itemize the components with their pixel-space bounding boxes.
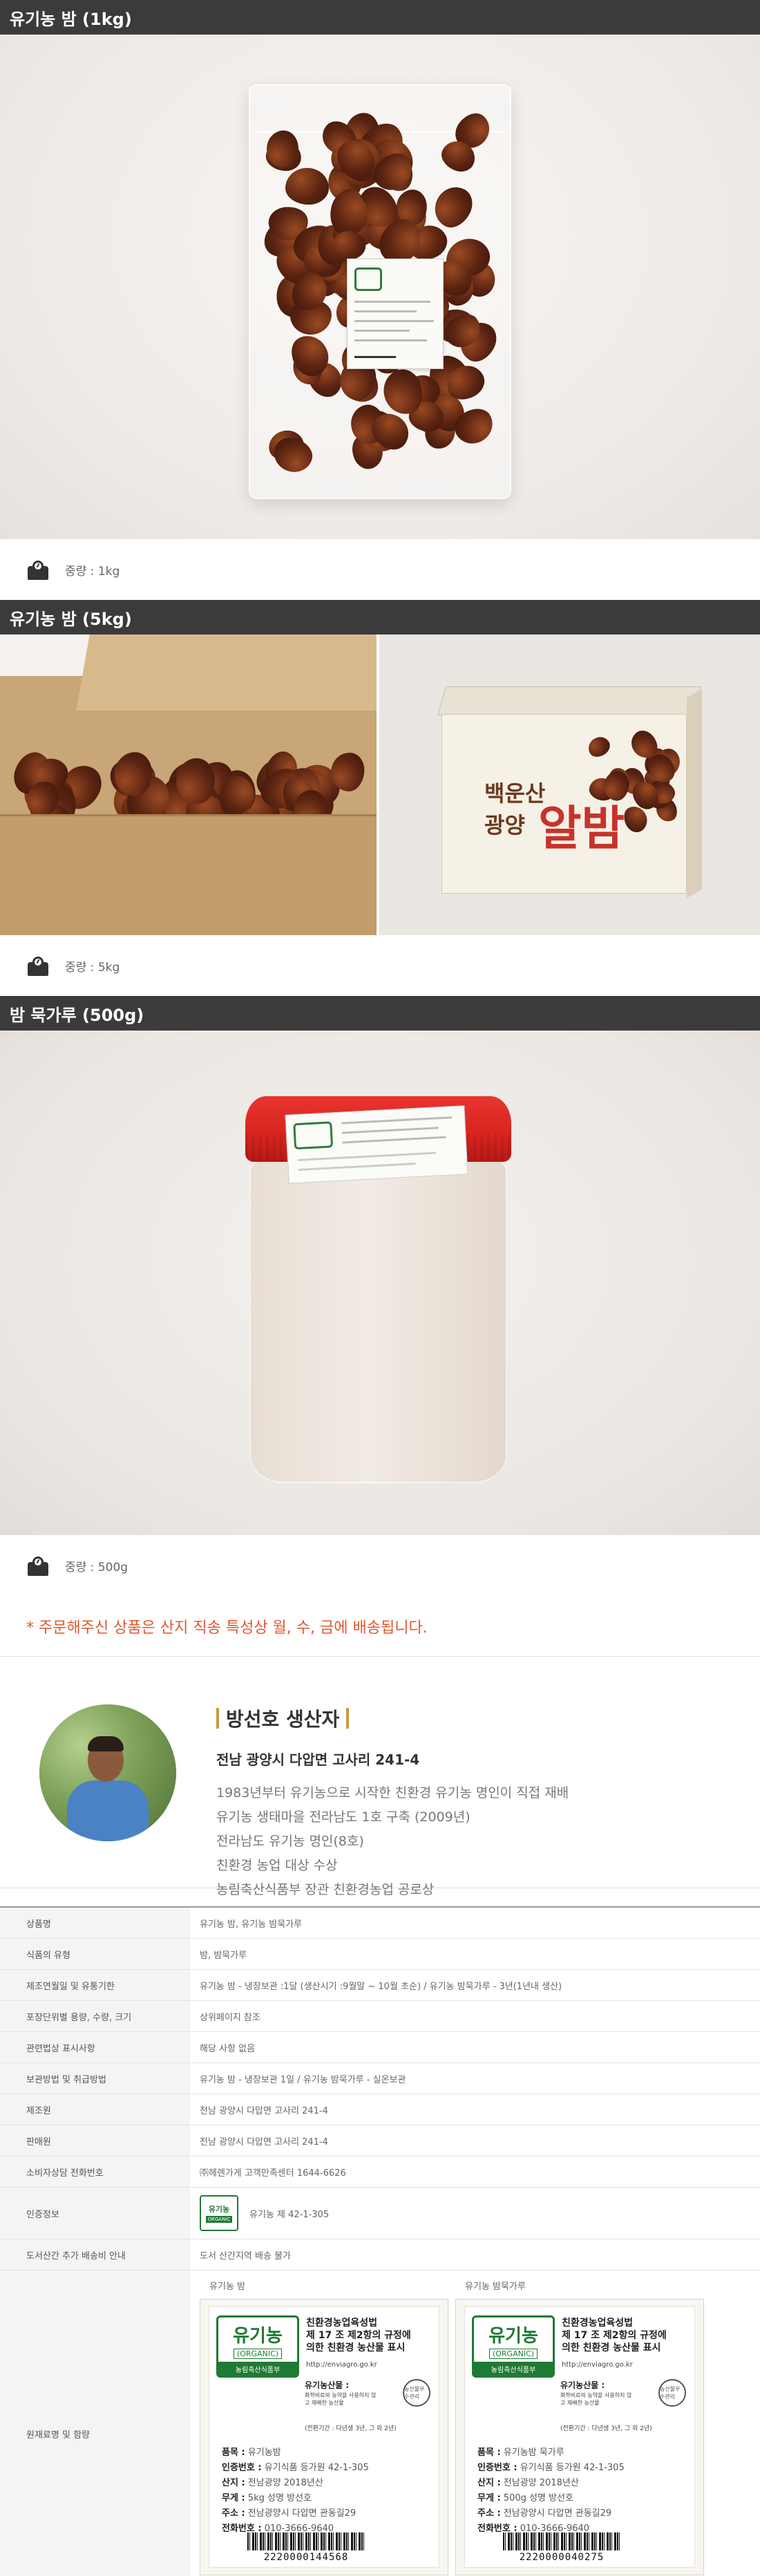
cert-seal-icon: 농산물우수관리 bbox=[658, 2379, 686, 2407]
product-info-table: 상품명 유기농 밤, 유기농 밤묵가루 식품의 유형 밤, 밤묵가루 제조연월일… bbox=[0, 1906, 760, 2576]
scale-icon bbox=[26, 1555, 50, 1576]
label-period-note: (전환기간 : 다년생 3년, 그 외 2년) bbox=[560, 2425, 652, 2432]
section-header-chestnut-5kg: 유기농 밤 (5kg) bbox=[0, 600, 760, 634]
cert-seal-icon: 농산물우수관리 bbox=[403, 2379, 430, 2407]
producer-address: 전남 광양시 다압면 고사리 241-4 bbox=[216, 1751, 420, 1768]
jar-body bbox=[249, 1158, 507, 1483]
history-line: 유기농 생태마을 전라남도 1호 구축 (2009년) bbox=[216, 1809, 471, 1825]
table-row: 보관방법 및 취급방법 유기농 밤 - 냉장보관 1일 / 유기농 밤묵가루 -… bbox=[0, 2063, 760, 2094]
organic-logo-icon: 유기농 (ORGANIC) 농림축산식품부 bbox=[216, 2315, 299, 2378]
delivery-notice: * 주문해주신 상품은 산지 직송 특성상 월, 수, 금에 배송됩니다. bbox=[0, 1596, 760, 1657]
label-fields: 품목 : 유기농밤 묵가루인증번호 : 유기식품 등가원 42-1-305 산지 … bbox=[477, 2445, 625, 2537]
chestnut-box-photos: 백운산 광양 알밤 bbox=[0, 634, 760, 935]
label-column: 유기농 밤유기농 (ORGANIC) 농림축산식품부 친환경농업육성법 제 17 조 제… bbox=[200, 2279, 448, 2575]
label-field: 품목 : 유기농밤 bbox=[222, 2447, 281, 2458]
section-header-chestnut-powder: 밤 묵가루 (500g) bbox=[0, 996, 760, 1031]
chestnut-bag bbox=[249, 84, 511, 499]
table-row: 제조연월일 및 유통기한 유기농 밤 - 냉장보관 :1달 (생산시기 :9월말… bbox=[0, 1970, 760, 2001]
weight-caption: 중량 : 5kg bbox=[0, 935, 760, 996]
table-row: 상품명 유기농 밤, 유기농 밤묵가루 bbox=[0, 1908, 760, 1939]
label-law-text: 친환경농업육성법 제 17 조 제2항의 규정에 의한 친환경 농산물 표시 bbox=[306, 2318, 411, 2353]
weight-text: 중량 : 1kg bbox=[65, 564, 120, 579]
label-column: 유기농 밤묵가루유기농 (ORGANIC) 농림축산식품부 친환경농업육성법 제 17 … bbox=[455, 2279, 704, 2575]
producer-history: 1983년부터 유기농으로 시작한 친환경 유기농 명인이 직접 재배 유기농 … bbox=[216, 1781, 728, 1902]
gift-box-brand: 백운산 광양 bbox=[484, 780, 546, 838]
label-period-note: (전환기간 : 다년생 3년, 그 외 2년) bbox=[305, 2425, 397, 2432]
table-row: 관련법상 표시사항 해당 사항 없음 bbox=[0, 2032, 760, 2063]
table-row: 포장단위별 용량, 수량, 크기 상위페이지 참조 bbox=[0, 2001, 760, 2032]
powder-jar-photo bbox=[0, 1031, 760, 1535]
jar-label bbox=[285, 1105, 468, 1184]
organic-logo-icon bbox=[293, 1121, 334, 1150]
producer-profile: 방선호 생산자 전남 광양시 다압면 고사리 241-4 1983년부터 유기농… bbox=[0, 1657, 760, 1897]
table-row: 제조원 전남 광양시 다압면 고사리 241-4 bbox=[0, 2094, 760, 2125]
chestnut bbox=[285, 167, 329, 205]
producer-name: 방선호 생산자 bbox=[216, 1704, 728, 1732]
open-box-photo bbox=[0, 634, 377, 935]
section-title: 유기농 밤 (1kg) bbox=[10, 9, 132, 29]
history-line: 1983년부터 유기농으로 시작한 친환경 유기농 명인이 직접 재배 bbox=[216, 1785, 569, 1801]
weight-caption: 중량 : 500g bbox=[0, 1535, 760, 1596]
label-field: 주소 : 전남광양시 다압면 관동길29 bbox=[477, 2508, 612, 2519]
barcode-number: 2220000144568 bbox=[263, 2552, 349, 2563]
label-field: 산지 : 전남광양 2018년산 bbox=[222, 2478, 323, 2488]
organic-label: 유기농 (ORGANIC) 농림축산식품부 친환경농업육성법 제 17 조 제2항의 규… bbox=[200, 2299, 448, 2575]
barcode-number: 2220000040275 bbox=[519, 2552, 605, 2563]
table-row: 소비자상담 전화번호 ㈜헤렌가게 고객만족센터 1644-6626 bbox=[0, 2156, 760, 2188]
weight-caption: 중량 : 1kg bbox=[0, 539, 760, 600]
history-line: 친환경 농업 대상 수상 bbox=[216, 1858, 338, 1873]
label-product-type: 유기농산물 : bbox=[305, 2380, 350, 2390]
label-product-type: 유기농산물 : bbox=[560, 2380, 605, 2390]
product-detail-page: 유기농 밤 (1kg) 중량 : 1kg 유기농 밤 (5kg) 백운산 광양 … bbox=[0, 0, 760, 2576]
section-title: 유기농 밤 (5kg) bbox=[10, 609, 132, 629]
label-product-note: 화학비료와 농약을 사용하지 않고 재배한 농산물 bbox=[560, 2392, 632, 2406]
label-field: 무게 : 5kg 성명 방선호 bbox=[222, 2493, 312, 2503]
label-field: 품목 : 유기농밤 묵가루 bbox=[477, 2447, 564, 2458]
label-field: 무게 : 500g 성명 방선호 bbox=[477, 2493, 573, 2503]
scale-icon bbox=[26, 559, 50, 580]
label-fields: 품목 : 유기농밤인증번호 : 유기식품 등가원 42-1-305 산지 : 전남… bbox=[222, 2445, 369, 2537]
history-line: 전라남도 유기농 명인(8호) bbox=[216, 1834, 364, 1849]
organic-label: 유기농 (ORGANIC) 농림축산식품부 친환경농업육성법 제 17 조 제2항의 규… bbox=[455, 2299, 704, 2575]
weight-text: 중량 : 5kg bbox=[65, 960, 120, 975]
history-line: 농림축산식품부 장관 친환경농업 공로상 bbox=[216, 1882, 435, 1897]
table-row: 판매원 전남 광양시 다압면 고사리 241-4 bbox=[0, 2125, 760, 2156]
gift-box-photo: 백운산 광양 알밤 bbox=[379, 634, 760, 935]
table-row: 원재료명 및 함량 유기농 밤 유기농 (ORGANIC) 농림축산식품부 친환경농업육… bbox=[0, 2271, 760, 2576]
barcode-icon bbox=[503, 2532, 620, 2550]
gift-box: 백운산 광양 알밤 bbox=[437, 686, 702, 899]
label-law-text: 친환경농업육성법 제 17 조 제2항의 규정에 의한 친환경 농산물 표시 bbox=[562, 2318, 667, 2353]
powder-jar bbox=[245, 1096, 511, 1490]
label-product-name: 유기농 밤묵가루 bbox=[465, 2282, 526, 2292]
section-title: 밤 묵가루 (500g) bbox=[10, 1005, 144, 1025]
scale-icon bbox=[26, 955, 50, 976]
chestnut-bag-photo bbox=[0, 35, 760, 539]
label-product-note: 화학비료와 농약을 사용하지 않고 재배한 농산물 bbox=[305, 2392, 377, 2406]
table-row: 인증정보 유기농 ORGANIC 유기농 제 42-1-305 bbox=[0, 2188, 760, 2239]
table-row: 식품의 유형 밤, 밤묵가루 bbox=[0, 1939, 760, 1970]
weight-text: 중량 : 500g bbox=[65, 1560, 129, 1574]
organic-cert-mark-icon: 유기농 ORGANIC bbox=[200, 2195, 238, 2231]
label-field: 산지 : 전남광양 2018년산 bbox=[477, 2478, 579, 2488]
bag-label bbox=[347, 258, 444, 369]
label-product-name: 유기농 밤 bbox=[209, 2282, 245, 2292]
organic-logo-icon: 유기농 (ORGANIC) 농림축산식품부 bbox=[472, 2315, 555, 2378]
label-field: 인증번호 : 유기식품 등가원 42-1-305 bbox=[222, 2463, 369, 2473]
label-url: http://enviagro.go.kr bbox=[562, 2361, 633, 2369]
section-header-chestnut-1kg: 유기농 밤 (1kg) bbox=[0, 0, 760, 35]
table-row: 도서산간 추가 배송비 안내 도서 산간지역 배송 불가 bbox=[0, 2239, 760, 2271]
label-field: 인증번호 : 유기식품 등가원 42-1-305 bbox=[477, 2463, 625, 2473]
organic-logo-icon bbox=[354, 267, 382, 291]
organic-labels: 유기농 밤 유기농 (ORGANIC) 농림축산식품부 친환경농업육성법 제 17 조 제… bbox=[200, 2279, 750, 2575]
label-url: http://enviagro.go.kr bbox=[306, 2361, 377, 2369]
gift-box-title: 알밤 bbox=[538, 801, 625, 856]
producer-avatar bbox=[39, 1704, 176, 1841]
barcode-icon bbox=[247, 2532, 365, 2550]
label-field: 주소 : 전남광양시 다압면 관동길29 bbox=[222, 2508, 357, 2519]
